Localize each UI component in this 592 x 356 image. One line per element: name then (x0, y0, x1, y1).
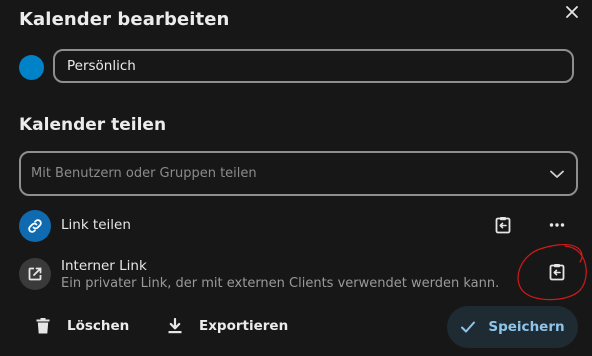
download-icon (164, 315, 186, 337)
share-select-placeholder: Mit Benutzern oder Gruppen teilen (31, 166, 257, 181)
delete-label: Löschen (67, 318, 130, 334)
share-with-users-select[interactable]: Mit Benutzern oder Gruppen teilen (19, 151, 578, 196)
edit-calendar-dialog: Kalender bearbeiten Kalender teilen Mit … (0, 0, 592, 356)
clipboard-icon (495, 217, 511, 234)
share-section-title: Kalender teilen (19, 115, 167, 135)
share-link-icon-button[interactable] (19, 210, 51, 242)
copy-share-link-button[interactable] (490, 212, 516, 238)
share-link-label[interactable]: Link teilen (61, 217, 131, 233)
internal-link-icon-badge (19, 258, 51, 290)
check-icon (460, 318, 478, 336)
chevron-down-icon (550, 170, 564, 178)
close-button[interactable] (561, 1, 583, 23)
open-in-new-icon (28, 267, 42, 281)
trash-icon (32, 315, 54, 337)
internal-link-title: Interner Link (61, 258, 147, 274)
calendar-color-picker[interactable] (19, 55, 44, 80)
save-button[interactable]: Speichern (447, 306, 578, 348)
save-label: Speichern (488, 319, 565, 335)
export-button[interactable]: Exportieren (164, 315, 288, 337)
close-icon (566, 6, 578, 18)
more-icon (549, 223, 565, 227)
dialog-title: Kalender bearbeiten (19, 9, 230, 30)
copy-internal-link-button[interactable] (544, 259, 570, 285)
more-actions-button[interactable] (544, 212, 570, 238)
clipboard-icon (549, 264, 565, 281)
export-label: Exportieren (199, 318, 289, 334)
calendar-name-input[interactable] (53, 49, 574, 83)
link-icon (28, 219, 42, 233)
internal-link-description: Ein privater Link, der mit externen Clie… (61, 276, 500, 291)
delete-button[interactable]: Löschen (32, 315, 129, 337)
